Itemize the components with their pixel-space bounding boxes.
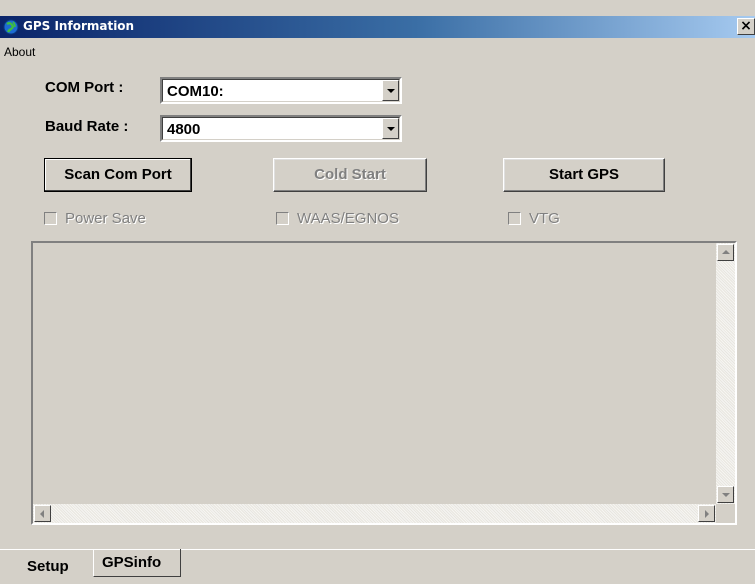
baud-rate-select[interactable]: 4800 [160, 115, 402, 142]
tab-setup[interactable]: Setup [20, 550, 92, 582]
chevron-down-icon[interactable] [382, 80, 399, 101]
waas-egnos-checkbox[interactable]: WAAS/EGNOS [276, 210, 436, 228]
arrow-left-icon [40, 510, 44, 518]
checkbox-box[interactable] [508, 212, 521, 225]
scroll-left-button[interactable] [34, 505, 51, 522]
scan-com-port-button[interactable]: Scan Com Port [44, 158, 192, 192]
scroll-up-button[interactable] [717, 244, 734, 261]
start-gps-button[interactable]: Start GPS [503, 158, 665, 192]
arrow-up-icon [722, 250, 730, 254]
vertical-scrollbar[interactable] [716, 243, 735, 504]
menu-item-about[interactable]: About [4, 45, 35, 59]
horizontal-scrollbar[interactable] [33, 504, 716, 523]
com-port-select[interactable]: COM10: [160, 77, 402, 104]
baud-rate-value: 4800 [167, 121, 201, 138]
globe-icon [3, 19, 19, 35]
cold-start-button[interactable]: Cold Start [273, 158, 427, 192]
title-bar[interactable]: GPS Information × [0, 16, 755, 38]
scroll-down-button[interactable] [717, 486, 734, 503]
scrollbar-corner [716, 504, 735, 523]
power-save-checkbox[interactable]: Power Save [44, 210, 184, 228]
checkbox-box[interactable] [44, 212, 57, 225]
window-title: GPS Information [23, 19, 135, 33]
waas-egnos-label: WAAS/EGNOS [297, 210, 399, 227]
menu-bar: About [0, 40, 755, 62]
scroll-right-button[interactable] [698, 505, 715, 522]
checkbox-box[interactable] [276, 212, 289, 225]
power-save-label: Power Save [65, 210, 146, 227]
close-button[interactable]: × [737, 18, 755, 35]
chevron-down-icon[interactable] [382, 118, 399, 139]
arrow-right-icon [705, 510, 709, 518]
com-port-label: COM Port : [45, 79, 124, 96]
tab-gpsinfo[interactable]: GPSinfo [93, 549, 181, 577]
baud-rate-label: Baud Rate : [45, 118, 129, 135]
vtg-label: VTG [529, 210, 560, 227]
vtg-checkbox[interactable]: VTG [508, 210, 588, 228]
nmea-output-textarea[interactable] [31, 241, 737, 525]
arrow-down-icon [722, 493, 730, 497]
com-port-value: COM10: [167, 83, 224, 100]
